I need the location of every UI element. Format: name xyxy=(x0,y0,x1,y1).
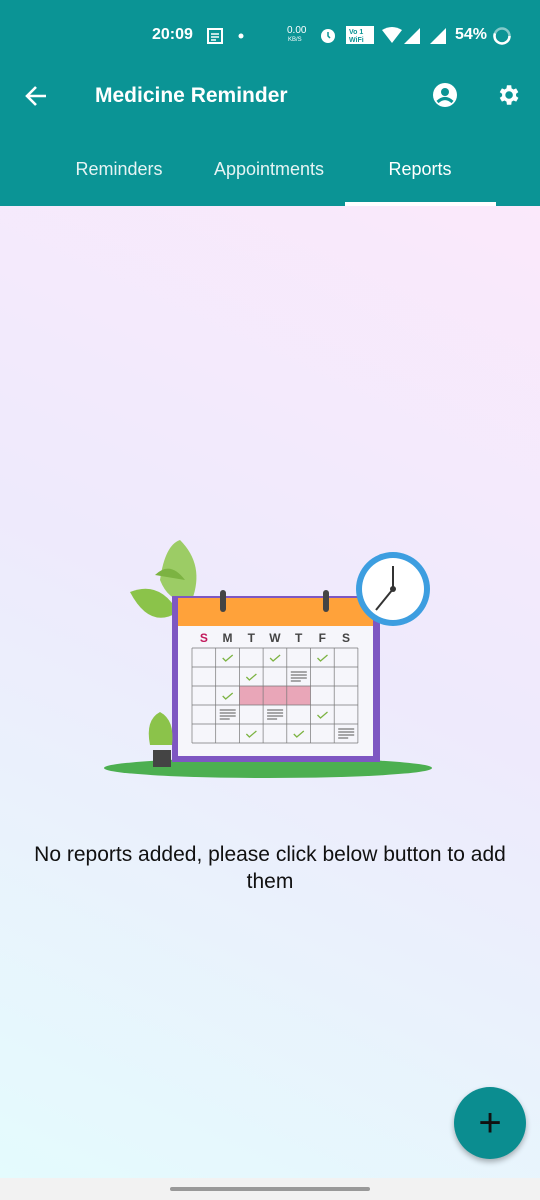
potted-plant-icon xyxy=(148,712,173,767)
day-label: F xyxy=(319,631,326,645)
add-report-button[interactable]: + xyxy=(454,1087,526,1159)
ring-icon xyxy=(220,590,226,612)
day-label: M xyxy=(223,631,233,645)
ring-icon xyxy=(323,590,329,612)
day-label: T xyxy=(295,631,303,645)
day-label: S xyxy=(200,631,208,645)
empty-state-message: No reports added, please click below but… xyxy=(34,843,506,893)
day-label: S xyxy=(342,631,350,645)
calendar-illustration: S M TWT F S xyxy=(104,540,432,778)
highlight-cell xyxy=(263,686,287,705)
plus-icon: + xyxy=(478,1101,502,1145)
calendar-header xyxy=(178,598,373,626)
highlight-cell xyxy=(239,686,264,705)
highlight-cell xyxy=(286,686,311,705)
day-label: W xyxy=(269,631,281,645)
clock-icon xyxy=(356,552,430,626)
day-label: T xyxy=(248,631,256,645)
gesture-handle[interactable] xyxy=(170,1187,370,1191)
